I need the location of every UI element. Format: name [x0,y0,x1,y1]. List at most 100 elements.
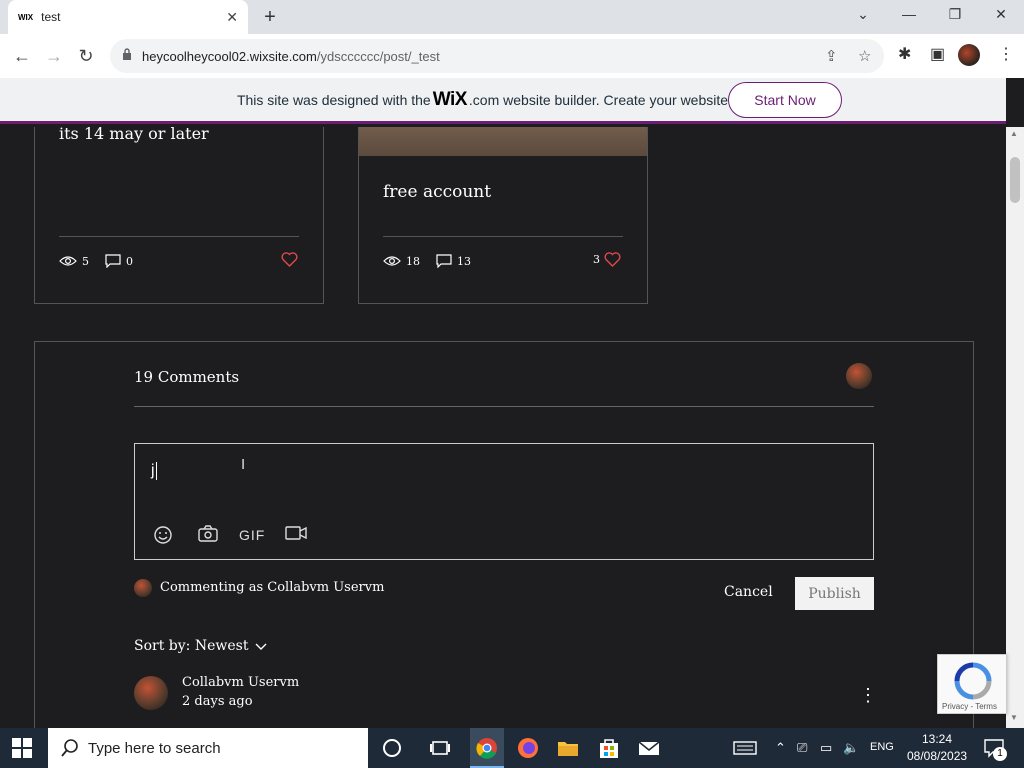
comment-input-value[interactable]: j [151,462,157,480]
windows-taskbar: Type here to search ⌃ ⎚ ▭ 🔈 ENG 13:24 08… [0,728,1024,768]
volume-muted-icon[interactable]: 🔈 [843,740,859,756]
profile-avatar[interactable] [958,44,980,66]
cortana-icon[interactable] [380,736,404,760]
clock-time[interactable]: 13:24 [922,732,952,746]
commenting-as-label: Commenting as Collabvm Uservm [160,580,385,595]
publish-button[interactable]: Publish [795,577,874,610]
camera-icon[interactable] [198,525,218,543]
reload-icon[interactable]: ↻ [74,44,98,68]
comment-timestamp: 2 days ago [182,694,253,709]
comment-author[interactable]: Collabvm Uservm [182,675,299,690]
file-explorer-icon[interactable] [556,736,580,760]
chrome-icon[interactable] [475,736,499,760]
gif-button[interactable]: GIF [239,527,265,543]
windows-start-icon[interactable] [12,738,32,758]
address-bar[interactable]: heycoolheycool02.wixsite.com/ydscccccc/p… [110,39,884,73]
share-icon[interactable]: ⇪ [825,47,838,65]
eye-icon [59,256,77,266]
like-button[interactable] [281,252,298,267]
search-icon [61,739,78,757]
views-count: 18 [406,254,420,268]
comments-divider [134,406,874,407]
ibeam-cursor-icon: I [241,456,246,473]
comments-count: 13 [457,254,471,268]
card-stats: 5 0 [59,254,149,268]
forward-icon[interactable]: → [42,44,66,68]
taskbar-search-placeholder: Type here to search [88,739,221,757]
start-now-button[interactable]: Start Now [728,82,842,118]
restore-icon[interactable]: ❐ [943,6,967,23]
side-panel-icon[interactable]: ▣ [930,44,945,64]
browser-menu-icon[interactable]: ⋮ [998,44,1014,64]
clock-date[interactable]: 08/08/2023 [907,749,967,763]
scroll-up-arrow-icon[interactable]: ▲ [1010,129,1018,138]
avatar[interactable] [134,676,168,710]
close-window-icon[interactable]: ✕ [989,6,1013,23]
banner-text-after: .com website builder. Create your websit… [468,91,770,108]
notification-badge: 1 [993,747,1007,761]
meet-now-icon[interactable]: ⎚ [797,740,807,756]
network-icon[interactable]: ▭ [820,740,832,756]
card-title[interactable]: free account [383,182,491,202]
comments-heading: 19 Comments [134,368,240,386]
url-host: heycoolheycool02.wixsite.com [142,48,317,64]
emoji-icon[interactable] [153,525,173,545]
firefox-icon[interactable] [516,736,540,760]
recaptcha-terms[interactable]: Privacy - Terms [942,702,997,711]
banner-text-before: This site was designed with the [236,91,431,108]
comments-stat: 0 [105,254,133,268]
new-tab-icon[interactable]: + [258,6,282,29]
post-card[interactable]: its 14 may or later 5 0 [34,127,324,304]
recaptcha-logo-icon [954,662,992,700]
recaptcha-badge[interactable]: Privacy - Terms [937,654,1007,714]
post-card[interactable]: free account 18 13 3 [358,127,648,304]
card-stats: 18 13 [383,254,487,268]
cancel-button[interactable]: Cancel [724,584,773,600]
minimize-icon[interactable]: — [897,6,921,22]
sort-label: Sort by: Newest [134,638,249,654]
eye-icon [383,256,401,266]
comments-stat: 13 [436,254,471,268]
comments-count: 0 [126,254,133,268]
card-divider [59,236,299,237]
store-icon[interactable] [597,736,621,760]
page-scrollbar[interactable]: ▲ ▼ [1006,127,1024,728]
avatar[interactable] [846,363,872,389]
back-icon[interactable]: ← [10,44,34,68]
url-path: /ydscccccc/post/_test [316,48,440,64]
scroll-down-arrow-icon[interactable]: ▼ [1010,713,1018,722]
browser-tab-strip: WIX test ✕ + ⌄ — ❐ ✕ [0,0,1024,34]
taskbar-search-input[interactable]: Type here to search [48,728,368,768]
wix-promo-banner: This site was designed with the WiX .com… [0,78,1006,124]
wix-favicon-icon: WIX [18,12,34,22]
text-caret [155,462,157,480]
video-icon[interactable] [285,525,307,541]
card-title[interactable]: its 14 may or later [59,127,209,143]
comment-bubble-icon [436,254,452,268]
comment-bubble-icon [105,254,121,268]
heart-icon [281,252,298,267]
mail-icon[interactable] [637,736,661,760]
tray-chevron-up-icon[interactable]: ⌃ [775,740,786,756]
page-content: its 14 may or later 5 0 free account 18 [0,127,1006,728]
sort-dropdown[interactable]: Sort by: Newest [134,638,268,654]
task-view-icon[interactable] [428,736,452,760]
language-indicator[interactable]: ENG [870,741,894,753]
bookmark-star-icon[interactable]: ☆ [858,47,871,65]
comment-input[interactable]: j I GIF [134,443,874,560]
tab-search-chevron-icon[interactable]: ⌄ [851,6,875,23]
avatar [134,579,152,597]
extensions-puzzle-icon[interactable]: ✱ [898,44,911,64]
like-button[interactable]: 3 [593,252,621,267]
browser-toolbar: ← → ↻ heycoolheycool02.wixsite.com/ydscc… [0,34,1024,78]
views-stat: 5 [59,255,89,268]
post-cover-image[interactable] [359,127,647,156]
wix-logo: WiX [432,88,468,110]
browser-tab[interactable]: WIX test ✕ [8,0,248,34]
keyboard-icon[interactable] [733,736,757,760]
views-count: 5 [82,254,89,268]
scrollbar-thumb[interactable] [1010,157,1020,203]
close-tab-icon[interactable]: ✕ [226,9,238,26]
more-options-icon[interactable]: ⋮ [859,685,877,706]
views-stat: 18 [383,255,420,268]
